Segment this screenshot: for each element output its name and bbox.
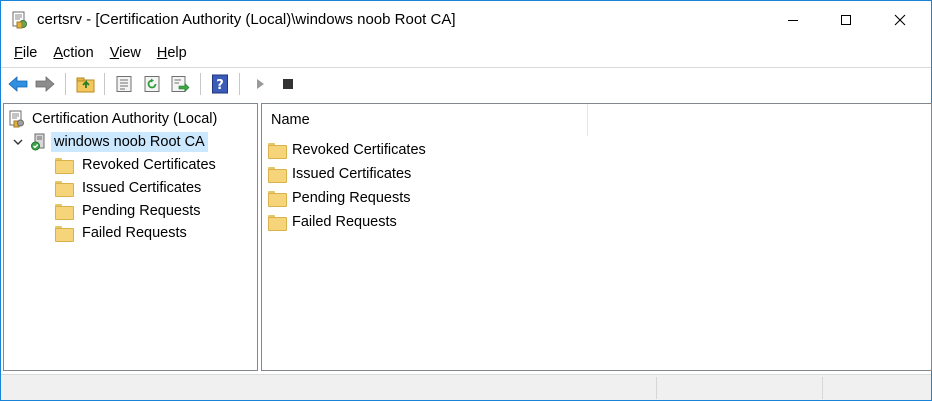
- refresh-icon: [144, 76, 160, 92]
- menu-help-accesskey: H: [156, 45, 168, 61]
- certification-authority-icon: [8, 110, 26, 128]
- ca-server-running-icon: [30, 133, 48, 151]
- list-item[interactable]: Issued Certificates: [268, 162, 411, 186]
- window-title: certsrv - [Certification Authority (Loca…: [37, 11, 456, 28]
- title-bar[interactable]: certsrv - [Certification Authority (Loca…: [1, 1, 931, 39]
- up-one-level-button[interactable]: [75, 74, 97, 94]
- forward-button[interactable]: [34, 74, 56, 94]
- start-service-icon: [257, 79, 264, 89]
- list-item[interactable]: Pending Requests: [268, 186, 411, 210]
- folder-icon: [55, 181, 74, 197]
- folder-icon: [268, 143, 287, 159]
- toolbar-separator: [239, 73, 240, 95]
- help-button[interactable]: ?: [209, 74, 231, 94]
- start-service-button[interactable]: [249, 74, 271, 94]
- menu-bar: File Action View Help: [1, 41, 931, 65]
- minimize-icon: [788, 20, 798, 21]
- menu-action-label: ction: [63, 45, 94, 61]
- status-bar-segment: [822, 377, 931, 399]
- svg-text:?: ?: [216, 78, 224, 93]
- properties-icon: [116, 76, 132, 92]
- menu-file-accesskey: F: [14, 45, 23, 61]
- close-button[interactable]: [877, 1, 923, 39]
- toolbar-separator: [200, 73, 201, 95]
- tree-item-pending-requests[interactable]: Pending Requests: [55, 200, 204, 222]
- tree-item-label: windows noob Root CA: [51, 132, 208, 152]
- export-list-icon: [171, 76, 190, 93]
- list-item[interactable]: Failed Requests: [268, 210, 397, 234]
- list-item-label: Pending Requests: [292, 190, 411, 206]
- folder-icon: [268, 191, 287, 207]
- toolbar-separator: [65, 73, 66, 95]
- menu-view[interactable]: View: [102, 41, 149, 65]
- list-item-label: Issued Certificates: [292, 166, 412, 182]
- refresh-button[interactable]: [141, 74, 163, 94]
- results-pane[interactable]: Name Revoked Certificates Issued Certifi…: [261, 103, 932, 371]
- status-bar: [1, 374, 931, 400]
- properties-button[interactable]: [113, 74, 135, 94]
- status-bar-segment: [656, 377, 822, 399]
- chevron-down-icon[interactable]: [10, 134, 26, 150]
- tree-item-certification-authority[interactable]: Certification Authority (Local): [8, 108, 220, 130]
- back-arrow-icon: [8, 76, 28, 92]
- tree-item-issued-certificates[interactable]: Issued Certificates: [55, 177, 204, 199]
- stop-service-button[interactable]: [277, 74, 299, 94]
- list-header: Name: [262, 104, 931, 136]
- menu-help[interactable]: Help: [149, 41, 195, 65]
- list-item[interactable]: Revoked Certificates: [268, 138, 426, 162]
- tree-item-label: Issued Certificates: [82, 180, 202, 196]
- toolbar-separator: [104, 73, 105, 95]
- folder-icon: [55, 204, 74, 220]
- folder-icon: [268, 167, 287, 183]
- list-item-label: Revoked Certificates: [292, 142, 426, 158]
- tree-item-revoked-certificates[interactable]: Revoked Certificates: [55, 154, 219, 176]
- up-folder-icon: [76, 77, 95, 93]
- close-icon: [894, 14, 906, 26]
- menu-file-label: ile: [22, 45, 38, 61]
- mmc-window: certsrv - [Certification Authority (Loca…: [0, 0, 932, 401]
- certsrv-app-icon[interactable]: [11, 11, 29, 29]
- forward-arrow-icon: [35, 76, 55, 92]
- console-tree-pane[interactable]: Certification Authority (Local) windows …: [3, 103, 258, 371]
- list-item-label: Failed Requests: [292, 214, 397, 230]
- folder-icon: [55, 226, 74, 242]
- tree-item-label: Revoked Certificates: [82, 157, 216, 173]
- tree-item-failed-requests[interactable]: Failed Requests: [55, 222, 190, 244]
- folder-icon: [55, 158, 74, 174]
- tree-item-label: Certification Authority (Local): [32, 111, 218, 127]
- export-list-button[interactable]: [169, 74, 191, 94]
- back-button[interactable]: [7, 74, 29, 94]
- menu-view-label: iew: [119, 45, 141, 61]
- menu-help-label: elp: [167, 45, 187, 61]
- folder-icon: [268, 215, 287, 231]
- stop-service-icon: [283, 79, 293, 89]
- toolbar: ?: [1, 67, 931, 99]
- column-header-name[interactable]: Name: [262, 104, 588, 136]
- tree-item-root-ca[interactable]: windows noob Root CA: [10, 131, 208, 153]
- maximize-button[interactable]: [823, 1, 869, 39]
- minimize-button[interactable]: [770, 1, 816, 39]
- tree-item-label: Pending Requests: [82, 203, 201, 219]
- maximize-icon: [841, 15, 851, 25]
- menu-action-accesskey: A: [53, 45, 64, 61]
- help-icon: ?: [212, 74, 228, 94]
- menu-file[interactable]: File: [1, 41, 45, 65]
- menu-action[interactable]: Action: [45, 41, 101, 65]
- menu-view-accesskey: V: [109, 45, 120, 61]
- tree-item-label: Failed Requests: [82, 225, 187, 241]
